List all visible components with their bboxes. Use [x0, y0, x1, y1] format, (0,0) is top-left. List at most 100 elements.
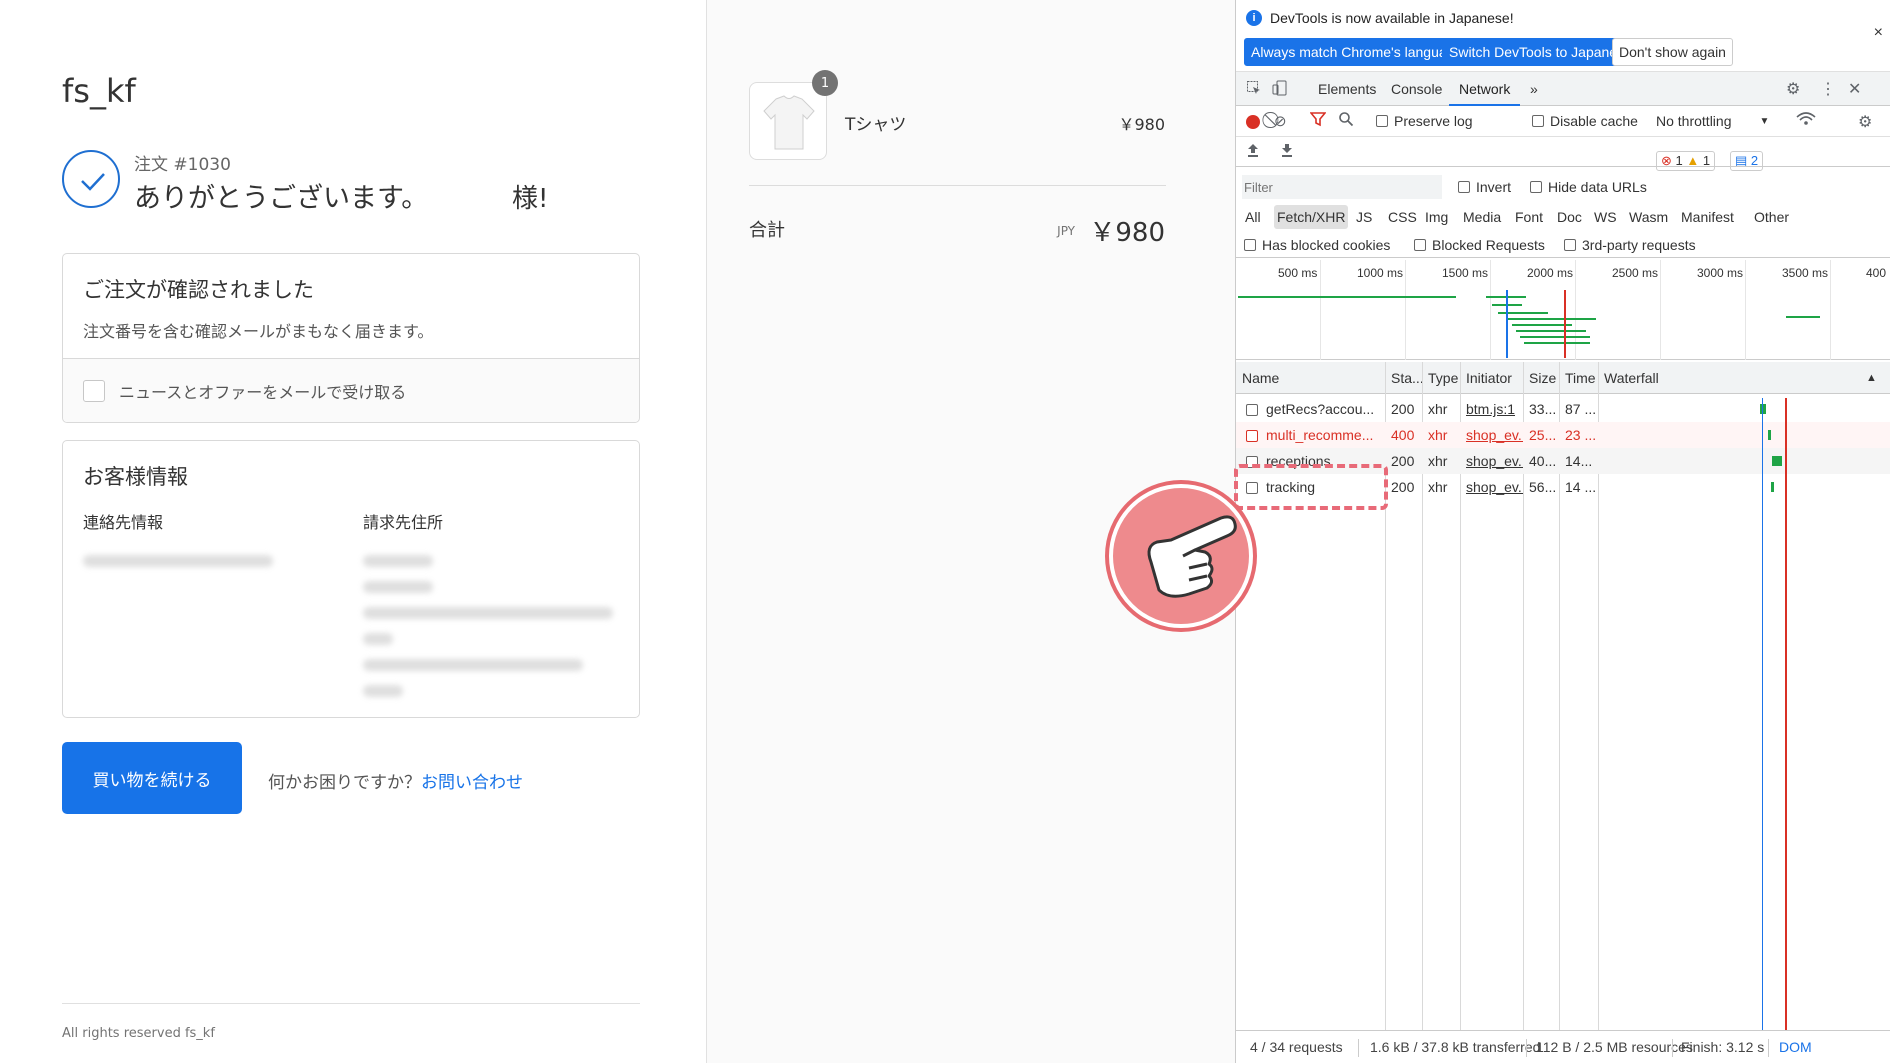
pointing-hand-icon — [1109, 484, 1253, 628]
switch-to-japanese-button[interactable]: Switch DevTools to Japanese — [1442, 38, 1639, 66]
column-time[interactable]: Time — [1559, 362, 1596, 394]
column-size[interactable]: Size — [1523, 362, 1556, 394]
hide-data-urls-option[interactable]: Hide data URLs — [1530, 179, 1647, 195]
summary-divider — [749, 185, 1166, 186]
filter-type-media[interactable]: Media — [1460, 205, 1504, 229]
close-icon[interactable]: × — [1874, 24, 1883, 42]
continue-shopping-button[interactable]: 買い物を続ける — [62, 742, 242, 814]
row-checkbox[interactable] — [1246, 404, 1258, 417]
request-initiator-link[interactable]: btm.js:1 — [1460, 396, 1523, 422]
contact-info-heading: 連絡先情報 — [83, 513, 164, 532]
filter-type-wasm[interactable]: Wasm — [1626, 205, 1671, 229]
contact-us-link[interactable]: お問い合わせ — [421, 773, 523, 793]
third-party-checkbox[interactable] — [1564, 239, 1576, 251]
invert-option[interactable]: Invert — [1458, 179, 1511, 195]
filter-type-js[interactable]: JS — [1353, 205, 1375, 229]
total-value: ￥980 — [1089, 218, 1165, 248]
column-type[interactable]: Type — [1422, 362, 1458, 394]
filter-type-manifest[interactable]: Manifest — [1678, 205, 1737, 229]
has-blocked-cookies-option[interactable]: Has blocked cookies — [1244, 237, 1390, 253]
overview-bar — [1524, 342, 1590, 344]
filter-input[interactable] — [1242, 175, 1442, 199]
more-tabs-icon[interactable]: » — [1520, 72, 1548, 106]
info-icon: i — [1246, 10, 1262, 26]
blurred-address-line — [363, 659, 583, 671]
store-name[interactable]: fs_kf — [62, 72, 136, 110]
record-icon[interactable] — [1246, 115, 1260, 129]
preserve-log-checkbox[interactable] — [1376, 115, 1388, 127]
import-har-icon[interactable] — [1246, 142, 1260, 163]
tab-elements[interactable]: Elements — [1308, 72, 1386, 106]
third-party-label: 3rd-party requests — [1582, 237, 1696, 253]
request-name-cell[interactable]: multi_recomme... — [1240, 422, 1384, 448]
column-status[interactable]: Sta... — [1385, 362, 1424, 394]
request-initiator-link[interactable]: shop_ev... — [1460, 422, 1523, 448]
request-type: xhr — [1428, 401, 1448, 417]
filter-type-all[interactable]: All — [1242, 205, 1264, 229]
newsletter-checkbox[interactable] — [83, 379, 105, 402]
request-initiator-link[interactable]: shop_ev... — [1460, 448, 1523, 474]
filter-row: Invert Hide data URLs — [1236, 173, 1890, 201]
network-overview-timeline[interactable]: 500 ms 1000 ms 1500 ms 2000 ms 2500 ms 3… — [1236, 260, 1890, 360]
product-price: ￥980 — [1118, 115, 1165, 134]
filter-icon[interactable] — [1309, 111, 1327, 132]
filter-type-doc[interactable]: Doc — [1554, 205, 1585, 229]
blocked-requests-checkbox[interactable] — [1414, 239, 1426, 251]
request-status: 200 — [1391, 479, 1415, 495]
always-match-language-button[interactable]: Always match Chrome's language — [1244, 38, 1470, 66]
filter-type-other[interactable]: Other — [1751, 205, 1792, 229]
blocked-requests-option[interactable]: Blocked Requests — [1414, 237, 1545, 253]
request-row[interactable]: getRecs?accou... 200 xhr btm.js:1 33... … — [1236, 396, 1890, 422]
clear-circle-icon[interactable]: ⊘ — [1274, 112, 1287, 130]
request-row[interactable]: multi_recomme... 400 xhr shop_ev... 25..… — [1236, 422, 1890, 448]
has-blocked-cookies-checkbox[interactable] — [1244, 239, 1256, 251]
close-devtools-icon[interactable]: ✕ — [1848, 79, 1861, 99]
network-conditions-icon[interactable] — [1796, 111, 1816, 132]
device-toolbar-icon[interactable] — [1272, 80, 1288, 101]
disable-cache-checkbox[interactable] — [1532, 115, 1544, 127]
newsletter-row[interactable]: ニュースとオファーをメールで受け取る — [63, 359, 639, 422]
more-options-icon[interactable]: ⋮ — [1820, 79, 1836, 99]
overview-tick: 2500 ms — [1612, 266, 1659, 280]
sort-up-icon[interactable]: ▲ — [1860, 362, 1877, 394]
hide-data-urls-checkbox[interactable] — [1530, 181, 1542, 193]
requests-table-header: Name Sta... Type Initiator Size Time Wat… — [1236, 362, 1890, 394]
disable-cache-option[interactable]: Disable cache — [1532, 113, 1638, 129]
overview-bar — [1520, 336, 1590, 338]
row-checkbox[interactable] — [1246, 430, 1258, 443]
invert-checkbox[interactable] — [1458, 181, 1470, 193]
transferred-size: 1.6 kB / 37.8 kB transferred — [1370, 1039, 1541, 1055]
request-time: 14... — [1565, 453, 1593, 469]
newsletter-label[interactable]: ニュースとオファーをメールで受け取る — [119, 379, 406, 403]
filter-type-fetch-xhr[interactable]: Fetch/XHR — [1274, 205, 1349, 229]
product-thumbnail — [749, 82, 827, 160]
dont-show-again-button[interactable]: Don't show again — [1612, 38, 1733, 66]
request-initiator-link[interactable]: shop_ev... — [1460, 474, 1523, 500]
request-type: xhr — [1428, 479, 1448, 495]
column-name[interactable]: Name — [1236, 362, 1279, 394]
preserve-log-option[interactable]: Preserve log — [1376, 113, 1473, 129]
third-party-option[interactable]: 3rd-party requests — [1564, 237, 1696, 253]
export-har-icon[interactable] — [1280, 142, 1294, 163]
customer-info-title: お客様情報 — [83, 465, 188, 489]
network-settings-gear-icon[interactable]: ⚙ — [1858, 112, 1872, 132]
column-initiator[interactable]: Initiator — [1460, 362, 1512, 394]
overview-bar — [1506, 318, 1596, 320]
request-time: 23 ... — [1565, 427, 1597, 443]
blurred-address-line — [363, 685, 403, 697]
help-question: 何かお困りですか？ — [268, 773, 421, 793]
settings-gear-icon[interactable]: ⚙ — [1786, 79, 1800, 99]
tab-network[interactable]: Network — [1449, 72, 1521, 106]
filter-type-css[interactable]: CSS — [1385, 205, 1420, 229]
inspect-element-icon[interactable] — [1246, 80, 1262, 101]
filter-type-ws[interactable]: WS — [1591, 205, 1620, 229]
column-waterfall[interactable]: Waterfall — [1598, 362, 1659, 394]
overview-bar — [1238, 296, 1456, 298]
search-icon[interactable] — [1338, 111, 1354, 132]
filter-type-img[interactable]: Img — [1422, 205, 1451, 229]
billing-address-heading: 請求先住所 — [363, 513, 444, 532]
request-name-cell[interactable]: getRecs?accou... — [1240, 396, 1384, 422]
tab-console[interactable]: Console — [1381, 72, 1452, 106]
filter-type-font[interactable]: Font — [1512, 205, 1546, 229]
throttling-select[interactable]: No throttling ▼ — [1656, 113, 1769, 129]
